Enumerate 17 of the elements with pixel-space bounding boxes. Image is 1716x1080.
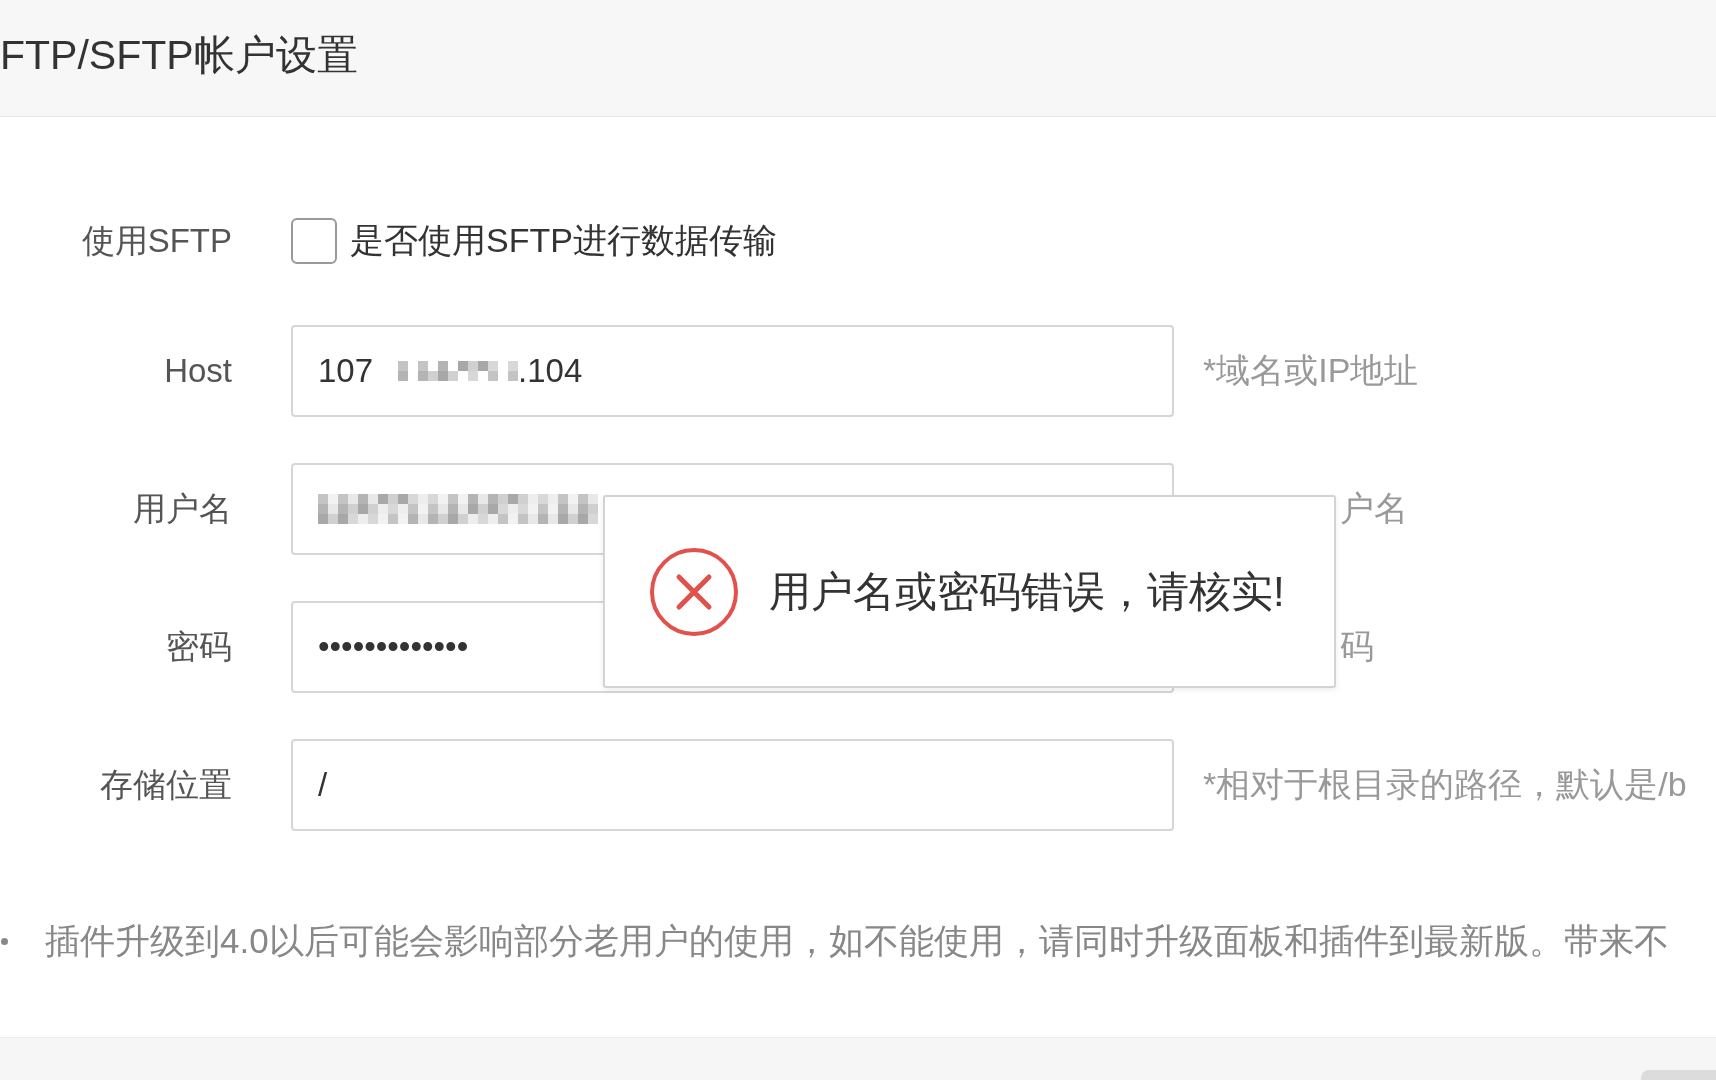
input-value: ••••••••••••• — [318, 628, 469, 666]
field-label: 用户名 — [133, 488, 232, 529]
toast-message: 用户名或密码错误，请核实! — [769, 566, 1285, 617]
field-hint: 码 — [1340, 626, 1374, 667]
field-hint: *域名或IP地址 — [1203, 350, 1419, 391]
field-label: Host — [164, 352, 232, 390]
page-title: FTP/SFTP帐户设置 — [0, 30, 358, 80]
field-hint: *相对于根目录的路径，默认是/b — [1203, 764, 1687, 805]
input-value: .104 — [518, 352, 583, 390]
input-value: / — [318, 766, 328, 804]
field-label: 密码 — [166, 626, 232, 667]
input-value: 107 — [318, 352, 374, 390]
checkbox-label: 是否使用SFTP进行数据传输 — [350, 220, 777, 261]
field-label: 存储位置 — [100, 764, 232, 805]
field-label: 使用SFTP — [81, 220, 232, 261]
field-hint: 户名 — [1340, 488, 1408, 529]
notice-text: 插件升级到4.0以后可能会影响部分老用户的使用，如不能使用，请同时升级面板和插件到最新版。带来不 — [45, 919, 1669, 962]
